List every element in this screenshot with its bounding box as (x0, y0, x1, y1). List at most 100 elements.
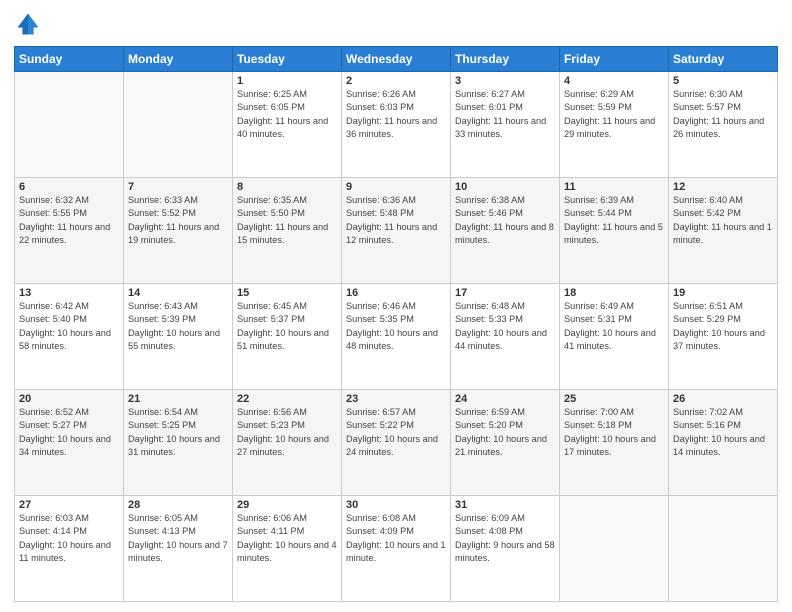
day-info: Sunrise: 6:27 AMSunset: 6:01 PMDaylight:… (455, 88, 555, 141)
day-info: Sunrise: 6:36 AMSunset: 5:48 PMDaylight:… (346, 194, 446, 247)
calendar-cell: 2Sunrise: 6:26 AMSunset: 6:03 PMDaylight… (342, 72, 451, 178)
day-number: 26 (673, 393, 773, 405)
calendar-cell: 21Sunrise: 6:54 AMSunset: 5:25 PMDayligh… (124, 390, 233, 496)
day-number: 4 (564, 75, 664, 87)
day-info: Sunrise: 7:00 AMSunset: 5:18 PMDaylight:… (564, 406, 664, 459)
page: SundayMondayTuesdayWednesdayThursdayFrid… (0, 0, 792, 612)
calendar-cell: 29Sunrise: 6:06 AMSunset: 4:11 PMDayligh… (233, 496, 342, 602)
day-info: Sunrise: 6:51 AMSunset: 5:29 PMDaylight:… (673, 300, 773, 353)
day-info: Sunrise: 6:29 AMSunset: 5:59 PMDaylight:… (564, 88, 664, 141)
week-row-1: 1Sunrise: 6:25 AMSunset: 6:05 PMDaylight… (15, 72, 778, 178)
day-number: 30 (346, 499, 446, 511)
day-number: 12 (673, 181, 773, 193)
calendar-cell: 20Sunrise: 6:52 AMSunset: 5:27 PMDayligh… (15, 390, 124, 496)
day-number: 8 (237, 181, 337, 193)
week-row-3: 13Sunrise: 6:42 AMSunset: 5:40 PMDayligh… (15, 284, 778, 390)
day-number: 3 (455, 75, 555, 87)
day-info: Sunrise: 6:49 AMSunset: 5:31 PMDaylight:… (564, 300, 664, 353)
calendar-cell: 16Sunrise: 6:46 AMSunset: 5:35 PMDayligh… (342, 284, 451, 390)
day-number: 6 (19, 181, 119, 193)
day-number: 11 (564, 181, 664, 193)
calendar-cell: 14Sunrise: 6:43 AMSunset: 5:39 PMDayligh… (124, 284, 233, 390)
day-info: Sunrise: 6:42 AMSunset: 5:40 PMDaylight:… (19, 300, 119, 353)
week-row-5: 27Sunrise: 6:03 AMSunset: 4:14 PMDayligh… (15, 496, 778, 602)
calendar-cell: 28Sunrise: 6:05 AMSunset: 4:13 PMDayligh… (124, 496, 233, 602)
week-row-2: 6Sunrise: 6:32 AMSunset: 5:55 PMDaylight… (15, 178, 778, 284)
calendar-cell: 1Sunrise: 6:25 AMSunset: 6:05 PMDaylight… (233, 72, 342, 178)
day-number: 17 (455, 287, 555, 299)
day-number: 13 (19, 287, 119, 299)
week-row-4: 20Sunrise: 6:52 AMSunset: 5:27 PMDayligh… (15, 390, 778, 496)
day-info: Sunrise: 6:52 AMSunset: 5:27 PMDaylight:… (19, 406, 119, 459)
day-number: 2 (346, 75, 446, 87)
day-number: 19 (673, 287, 773, 299)
calendar-cell: 8Sunrise: 6:35 AMSunset: 5:50 PMDaylight… (233, 178, 342, 284)
day-info: Sunrise: 6:08 AMSunset: 4:09 PMDaylight:… (346, 512, 446, 565)
calendar-cell: 19Sunrise: 6:51 AMSunset: 5:29 PMDayligh… (669, 284, 778, 390)
weekday-header-row: SundayMondayTuesdayWednesdayThursdayFrid… (15, 47, 778, 72)
calendar-cell: 25Sunrise: 7:00 AMSunset: 5:18 PMDayligh… (560, 390, 669, 496)
calendar-cell: 24Sunrise: 6:59 AMSunset: 5:20 PMDayligh… (451, 390, 560, 496)
day-number: 10 (455, 181, 555, 193)
day-info: Sunrise: 6:57 AMSunset: 5:22 PMDaylight:… (346, 406, 446, 459)
calendar-cell (124, 72, 233, 178)
calendar-cell: 18Sunrise: 6:49 AMSunset: 5:31 PMDayligh… (560, 284, 669, 390)
day-number: 9 (346, 181, 446, 193)
day-number: 23 (346, 393, 446, 405)
weekday-header-saturday: Saturday (669, 47, 778, 72)
day-number: 24 (455, 393, 555, 405)
day-info: Sunrise: 6:40 AMSunset: 5:42 PMDaylight:… (673, 194, 773, 247)
calendar-cell: 7Sunrise: 6:33 AMSunset: 5:52 PMDaylight… (124, 178, 233, 284)
calendar-cell: 15Sunrise: 6:45 AMSunset: 5:37 PMDayligh… (233, 284, 342, 390)
calendar-cell: 12Sunrise: 6:40 AMSunset: 5:42 PMDayligh… (669, 178, 778, 284)
weekday-header-monday: Monday (124, 47, 233, 72)
day-number: 14 (128, 287, 228, 299)
day-info: Sunrise: 6:39 AMSunset: 5:44 PMDaylight:… (564, 194, 664, 247)
calendar-cell: 17Sunrise: 6:48 AMSunset: 5:33 PMDayligh… (451, 284, 560, 390)
calendar-cell: 9Sunrise: 6:36 AMSunset: 5:48 PMDaylight… (342, 178, 451, 284)
day-number: 28 (128, 499, 228, 511)
day-info: Sunrise: 6:03 AMSunset: 4:14 PMDaylight:… (19, 512, 119, 565)
calendar-cell: 3Sunrise: 6:27 AMSunset: 6:01 PMDaylight… (451, 72, 560, 178)
calendar-cell: 23Sunrise: 6:57 AMSunset: 5:22 PMDayligh… (342, 390, 451, 496)
day-number: 25 (564, 393, 664, 405)
calendar-cell: 31Sunrise: 6:09 AMSunset: 4:08 PMDayligh… (451, 496, 560, 602)
weekday-header-sunday: Sunday (15, 47, 124, 72)
day-info: Sunrise: 6:09 AMSunset: 4:08 PMDaylight:… (455, 512, 555, 565)
day-info: Sunrise: 6:33 AMSunset: 5:52 PMDaylight:… (128, 194, 228, 247)
calendar-cell: 26Sunrise: 7:02 AMSunset: 5:16 PMDayligh… (669, 390, 778, 496)
day-number: 7 (128, 181, 228, 193)
day-number: 27 (19, 499, 119, 511)
calendar-cell: 13Sunrise: 6:42 AMSunset: 5:40 PMDayligh… (15, 284, 124, 390)
day-info: Sunrise: 6:26 AMSunset: 6:03 PMDaylight:… (346, 88, 446, 141)
day-number: 20 (19, 393, 119, 405)
day-info: Sunrise: 6:38 AMSunset: 5:46 PMDaylight:… (455, 194, 555, 247)
day-info: Sunrise: 7:02 AMSunset: 5:16 PMDaylight:… (673, 406, 773, 459)
calendar-cell: 11Sunrise: 6:39 AMSunset: 5:44 PMDayligh… (560, 178, 669, 284)
day-info: Sunrise: 6:35 AMSunset: 5:50 PMDaylight:… (237, 194, 337, 247)
day-info: Sunrise: 6:56 AMSunset: 5:23 PMDaylight:… (237, 406, 337, 459)
calendar-cell (15, 72, 124, 178)
calendar-cell: 4Sunrise: 6:29 AMSunset: 5:59 PMDaylight… (560, 72, 669, 178)
day-number: 1 (237, 75, 337, 87)
logo (14, 10, 46, 38)
calendar-cell (669, 496, 778, 602)
day-info: Sunrise: 6:59 AMSunset: 5:20 PMDaylight:… (455, 406, 555, 459)
day-info: Sunrise: 6:43 AMSunset: 5:39 PMDaylight:… (128, 300, 228, 353)
day-info: Sunrise: 6:30 AMSunset: 5:57 PMDaylight:… (673, 88, 773, 141)
day-info: Sunrise: 6:32 AMSunset: 5:55 PMDaylight:… (19, 194, 119, 247)
day-number: 15 (237, 287, 337, 299)
calendar-cell: 22Sunrise: 6:56 AMSunset: 5:23 PMDayligh… (233, 390, 342, 496)
day-number: 21 (128, 393, 228, 405)
day-info: Sunrise: 6:05 AMSunset: 4:13 PMDaylight:… (128, 512, 228, 565)
weekday-header-friday: Friday (560, 47, 669, 72)
weekday-header-tuesday: Tuesday (233, 47, 342, 72)
day-number: 31 (455, 499, 555, 511)
calendar-cell: 30Sunrise: 6:08 AMSunset: 4:09 PMDayligh… (342, 496, 451, 602)
day-number: 22 (237, 393, 337, 405)
weekday-header-wednesday: Wednesday (342, 47, 451, 72)
day-info: Sunrise: 6:54 AMSunset: 5:25 PMDaylight:… (128, 406, 228, 459)
day-info: Sunrise: 6:46 AMSunset: 5:35 PMDaylight:… (346, 300, 446, 353)
calendar-cell: 27Sunrise: 6:03 AMSunset: 4:14 PMDayligh… (15, 496, 124, 602)
day-info: Sunrise: 6:06 AMSunset: 4:11 PMDaylight:… (237, 512, 337, 565)
